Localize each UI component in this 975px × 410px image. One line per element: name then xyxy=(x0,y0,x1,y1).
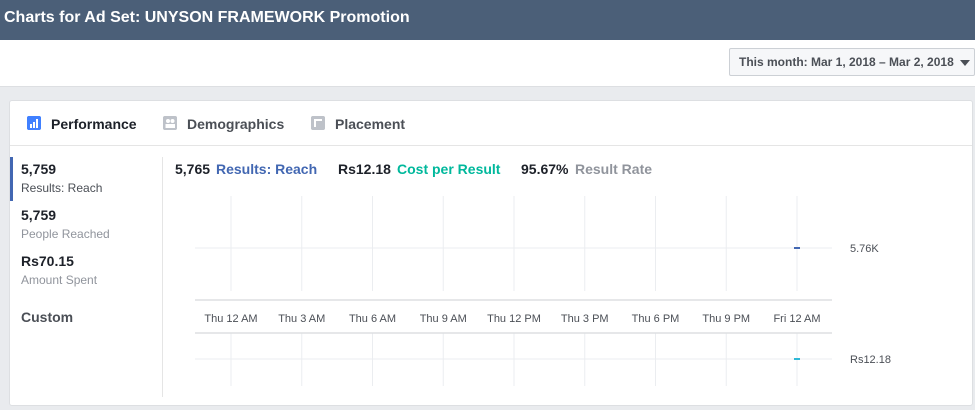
x-tick-label: Fri 12 AM xyxy=(773,313,820,325)
charts-card: Performance Demographics Placement 5,759 xyxy=(9,100,973,406)
x-tick-label: Thu 6 PM xyxy=(632,313,680,325)
y-tick-label: 5.76K xyxy=(850,243,879,255)
page-title: Charts for Ad Set: UNYSON FRAMEWORK Prom… xyxy=(4,9,410,26)
y-tick-label: Rs12.18 xyxy=(850,354,891,366)
x-tick-label: Thu 3 AM xyxy=(278,313,325,325)
date-range-label: This month: Mar 1, 2018 – Mar 2, 2018 xyxy=(739,55,954,69)
performance-chart: Thu 12 AM Thu 3 AM Thu 6 AM Thu 9 AM Thu 12 … xyxy=(195,196,891,386)
header-bar: Charts for Ad Set: UNYSON FRAMEWORK Prom… xyxy=(0,0,975,40)
x-tick-label: Thu 9 PM xyxy=(702,313,750,325)
x-tick-label: Thu 12 PM xyxy=(487,313,541,325)
x-tick-label: Thu 6 AM xyxy=(349,313,396,325)
x-tick-label: Thu 12 AM xyxy=(204,313,257,325)
date-range-picker[interactable]: This month: Mar 1, 2018 – Mar 2, 2018 xyxy=(729,48,975,76)
toolbar: This month: Mar 1, 2018 – Mar 2, 2018 xyxy=(0,40,975,87)
x-tick-label: Thu 3 PM xyxy=(561,313,609,325)
chevron-down-icon xyxy=(960,60,970,66)
x-tick-label: Thu 9 AM xyxy=(420,313,467,325)
